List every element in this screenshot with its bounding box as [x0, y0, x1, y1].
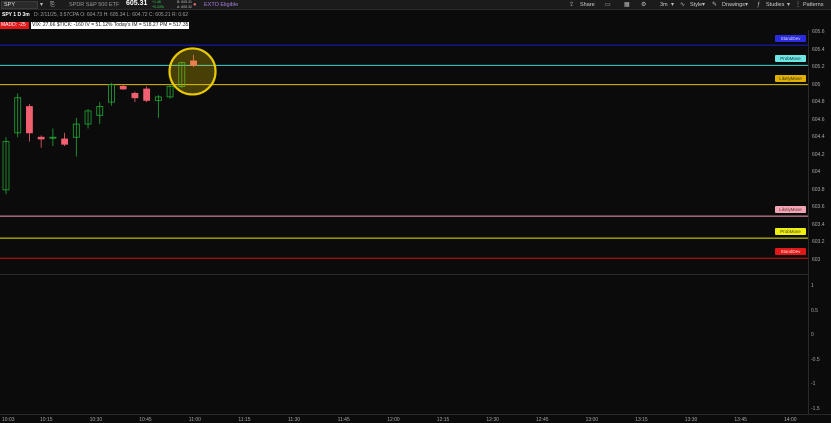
ask-value: A: 605.32 [177, 5, 192, 9]
time-tick-label: 12:15 [436, 417, 450, 423]
alert-icon[interactable]: ● [193, 1, 197, 9]
grid-icon[interactable]: ▦ [624, 1, 630, 9]
time-tick-label: 14:00 [784, 417, 797, 423]
level-tag-probmove: ProbMove [775, 228, 806, 236]
share-button[interactable]: Share [580, 2, 595, 8]
symbol-description: SPDR S&P 500 ETF [69, 2, 120, 8]
price-tick-label: 603.6 [812, 204, 825, 211]
time-tick-label: 10:45 [139, 417, 152, 423]
price-tick-label: 604 [812, 169, 821, 176]
time-axis[interactable]: 10:03 10:15 10:30 10:45 11:00 11:15 11:30 11:45… [0, 414, 831, 423]
candle-body [26, 106, 33, 134]
time-tick-label: 10:03 [2, 417, 15, 423]
level-tag-standdev: StandDev [775, 248, 806, 256]
style-icon[interactable]: ∿ [680, 1, 685, 9]
price-change-pct: +0.24% [152, 5, 164, 9]
bid-value: B: 605.31 [177, 0, 192, 4]
time-tick-label: 11:45 [337, 417, 350, 423]
price-tick-label: 605.4 [812, 46, 825, 53]
lower-tick-label: -1 [811, 381, 816, 387]
time-tick-label: 11:15 [238, 417, 251, 423]
price-tick-label: 603.2 [812, 239, 825, 246]
candle-body [119, 85, 127, 90]
highlight-circle [168, 47, 217, 96]
window-icon[interactable]: ▭ [605, 1, 611, 9]
symbol-input[interactable]: SPY [1, 1, 38, 9]
symbol-value: SPY [4, 2, 16, 8]
timeframe-dropdown-icon[interactable]: ▾ [671, 1, 674, 9]
studies-dropdown-icon[interactable]: ▾ [787, 1, 790, 9]
candle-body [37, 136, 45, 140]
time-tick-label: 12:45 [536, 417, 549, 423]
symbol-dropdown-icon[interactable]: ▾ [40, 1, 43, 9]
time-tick-label: 12:00 [387, 417, 400, 423]
level-tag-probmove: ProbMove [775, 55, 806, 63]
top-toolbar: SPY ▾ ⎘ SPDR S&P 500 ETF 605.31 +1.46 +0… [0, 0, 831, 10]
level-tag-standdev: StandDev [775, 35, 806, 43]
drawings-dropdown-icon[interactable]: ▾ [745, 1, 748, 9]
studies-icon[interactable]: ƒ [757, 1, 760, 9]
panel-separator[interactable] [0, 274, 808, 275]
price-tick-label: 603 [812, 257, 821, 263]
lower-tick-label: -1.5 [811, 405, 820, 412]
studies-button[interactable]: Studies [766, 2, 784, 8]
madd-badge: MADD: -25 [0, 22, 29, 29]
style-button[interactable]: Style [690, 2, 702, 8]
time-tick-label: 12:30 [486, 417, 499, 423]
candle-body [143, 88, 151, 101]
lower-tick-label: 0.5 [811, 307, 818, 314]
price-chart[interactable] [0, 30, 808, 414]
timeframe-button[interactable]: 3m [660, 2, 668, 8]
last-price: 605.31 [126, 0, 148, 7]
patterns-button[interactable]: Patterns [803, 2, 823, 8]
drawings-button[interactable]: Drawings [722, 2, 745, 8]
price-tick-label: 604.4 [812, 134, 825, 141]
link-icon[interactable]: ⎘ [50, 1, 55, 9]
price-tick-label: 605 [812, 81, 821, 88]
lower-tick-label: 0 [811, 332, 814, 338]
price-tick-label: 604.6 [812, 116, 825, 123]
time-tick-label: 11:00 [188, 417, 201, 423]
gear-icon[interactable]: ⚙ [641, 1, 646, 9]
chart-window: SPY ▾ ⎘ SPDR S&P 500 ETF 605.31 +1.46 +0… [0, 0, 831, 423]
price-tick-label: 604.8 [812, 99, 825, 106]
price-tick-label: 603.8 [812, 186, 825, 193]
level-tag-likelymove: LikelyMove [775, 206, 806, 214]
lower-tick-label: 1 [811, 283, 814, 289]
study-values: VIX: 27.66 $TICK: -160 IV = 51.12% Today… [31, 22, 190, 29]
price-tick-label: 604.2 [812, 151, 825, 158]
style-dropdown-icon[interactable]: ▾ [702, 1, 705, 9]
price-tick-label: 605.2 [812, 64, 825, 71]
time-tick-label: 10:15 [40, 417, 53, 423]
time-tick-label: 13:45 [734, 417, 747, 423]
time-tick-label: 11:30 [288, 417, 301, 423]
candle-body [61, 138, 68, 145]
price-change: +1.46 [152, 0, 161, 4]
time-tick-label: 13:00 [585, 417, 599, 423]
price-tick-label: 603.4 [812, 221, 825, 228]
exto-eligible-label: EXTO Eligible [204, 2, 239, 8]
info-bar: SPY 1 D 3m D: 2/11/25, 3:57CPA O: 604.73… [0, 11, 831, 20]
candle-body [131, 92, 139, 99]
level-tag-likelymove: LikelyMove [775, 74, 806, 82]
chart-id: SPY 1 D 3m [2, 12, 30, 18]
patterns-icon[interactable]: ⋮ [795, 1, 801, 9]
ohlc-readout: D: 2/11/25, 3:57CPA O: 604.73 H: 605.34 … [34, 12, 189, 18]
price-tick-label: 605.6 [812, 29, 825, 35]
drawings-icon[interactable]: ✎ [712, 1, 717, 9]
share-icon[interactable]: ⇪ [569, 1, 574, 9]
time-tick-label: 13:30 [684, 417, 698, 423]
time-tick-label: 10:30 [89, 417, 103, 423]
lower-tick-label: -0.5 [811, 356, 820, 363]
time-tick-label: 13:15 [635, 417, 648, 423]
